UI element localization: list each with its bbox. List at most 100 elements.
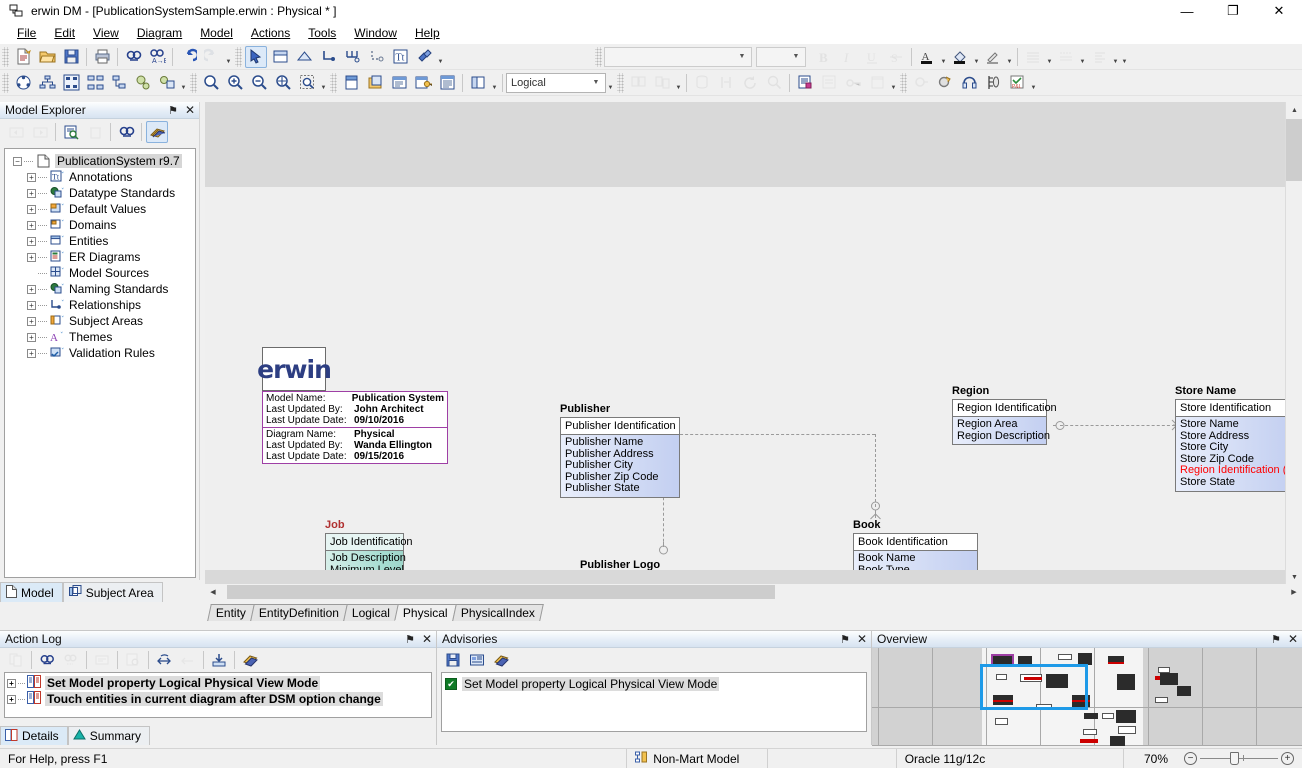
border-dropdown[interactable] — [1078, 46, 1087, 68]
compare-dropdown[interactable] — [674, 72, 683, 94]
report-icon[interactable] — [466, 649, 488, 671]
zoom-slider-thumb[interactable] — [1230, 752, 1239, 765]
advisories-list[interactable]: ✔ Set Model property Logical Physical Vi… — [441, 672, 867, 732]
expand-toggle[interactable]: + — [27, 205, 36, 214]
sub-layout-icon[interactable] — [156, 72, 178, 94]
sidebar-item-domains[interactable]: + Domains — [7, 217, 193, 233]
expand-toggle[interactable]: + — [27, 173, 36, 182]
tab-summary[interactable]: Summary — [68, 726, 150, 745]
model-info-card[interactable]: erwin Model Name:Publication System Last… — [262, 347, 448, 464]
expand-toggle[interactable]: + — [27, 349, 36, 358]
zoom-slider[interactable]: − + — [1176, 749, 1302, 768]
sidebar-item-validation-rules[interactable]: + Validation Rules — [7, 345, 193, 361]
display-options-dropdown[interactable] — [490, 72, 499, 94]
view-icon[interactable] — [293, 46, 315, 68]
symmetric-layout-icon[interactable] — [60, 72, 82, 94]
expand-toggle[interactable]: + — [27, 333, 36, 342]
tab-model[interactable]: Model — [0, 582, 63, 602]
toolbar-overflow-button[interactable] — [889, 72, 898, 94]
close-icon[interactable]: ✕ — [857, 632, 867, 646]
menu-actions[interactable]: Actions — [242, 24, 299, 42]
menu-edit[interactable]: Edit — [45, 24, 84, 42]
bulk-editor-icon[interactable] — [934, 72, 956, 94]
expand-toggle[interactable]: + — [27, 189, 36, 198]
entity-publisher[interactable]: Publisher Publisher Identification Publi… — [560, 403, 680, 498]
help-book-icon[interactable] — [239, 649, 261, 671]
toolbar-grip[interactable] — [235, 47, 242, 67]
entity-icon[interactable] — [269, 46, 291, 68]
expand-toggle[interactable]: + — [27, 301, 36, 310]
toolbar-overflow-button[interactable] — [436, 46, 445, 68]
toolbar-grip[interactable] — [330, 73, 337, 93]
properties-icon[interactable] — [60, 121, 82, 143]
attribute-level-icon[interactable] — [388, 72, 410, 94]
list-item[interactable]: + Set Model property Logical Physical Vi… — [7, 675, 429, 691]
overview-thumbnail[interactable] — [872, 648, 1302, 746]
view-mode-combo[interactable]: Logical ▼ — [506, 73, 606, 93]
help-book-icon[interactable] — [490, 649, 512, 671]
expand-toggle[interactable]: + — [7, 679, 16, 688]
menu-tools[interactable]: Tools — [299, 24, 345, 42]
pin-icon[interactable]: ⚑ — [840, 633, 850, 646]
menu-file[interactable]: File — [8, 24, 45, 42]
scroll-up-button[interactable]: ▲ — [1286, 102, 1302, 119]
entity-book[interactable]: Book Book Identification Book Name Book … — [853, 519, 978, 570]
collapse-toggle[interactable]: − — [13, 157, 22, 166]
sidebar-item-naming-standards[interactable]: + Naming Standards — [7, 281, 193, 297]
settings-layout-icon[interactable] — [132, 72, 154, 94]
minimize-button[interactable]: — — [1164, 0, 1210, 22]
list-item[interactable]: ✔ Set Model property Logical Physical Vi… — [445, 676, 863, 692]
link-icon[interactable] — [413, 46, 435, 68]
toolbar-grip[interactable] — [2, 73, 9, 93]
menu-diagram[interactable]: Diagram — [128, 24, 191, 42]
menu-view[interactable]: View — [84, 24, 128, 42]
sidebar-item-relationships[interactable]: + Relationships — [7, 297, 193, 313]
non-identifying-relationship-icon[interactable] — [365, 46, 387, 68]
close-icon[interactable]: ✕ — [1288, 632, 1298, 646]
toolbar-overflow-button[interactable] — [1120, 46, 1129, 68]
open-model-icon[interactable] — [36, 46, 58, 68]
new-model-icon[interactable] — [12, 46, 34, 68]
zoom-in-button[interactable]: + — [1281, 752, 1294, 765]
find-icon[interactable] — [115, 121, 137, 143]
toolbar-overflow-button[interactable] — [179, 72, 188, 94]
tab-entity[interactable]: Entity — [207, 604, 255, 621]
hierarchical-layout-icon[interactable] — [36, 72, 58, 94]
many-to-many-relationship-icon[interactable] — [341, 46, 363, 68]
expand-toggle[interactable]: + — [7, 695, 16, 704]
expand-toggle[interactable]: + — [27, 237, 36, 246]
sidebar-item-entities[interactable]: + Entities — [7, 233, 193, 249]
zoom-region-icon[interactable] — [296, 72, 318, 94]
fill-color-dropdown[interactable] — [972, 46, 981, 68]
diagram-horizontal-scrollbar[interactable]: ◀ ▶ — [205, 584, 1302, 600]
list-item[interactable]: + Touch entities in current diagram afte… — [7, 691, 429, 707]
close-button[interactable]: ✕ — [1256, 0, 1302, 22]
pin-icon[interactable]: ⚑ — [1271, 633, 1281, 646]
align-dropdown[interactable] — [1045, 46, 1054, 68]
find-icon[interactable] — [122, 46, 144, 68]
sidebar-item-default-values[interactable]: + Default Values — [7, 201, 193, 217]
zoom-out-button[interactable]: − — [1184, 752, 1197, 765]
help-book-icon[interactable] — [146, 121, 168, 143]
action-log-list[interactable]: + Set Model property Logical Physical Vi… — [4, 672, 432, 718]
overview-viewport[interactable] — [980, 664, 1088, 710]
menu-window[interactable]: Window — [345, 24, 406, 42]
identifying-relationship-icon[interactable] — [317, 46, 339, 68]
toolbar-overflow-button[interactable] — [606, 72, 615, 94]
tree-node-root[interactable]: − PublicationSystem r9.7 — [7, 153, 193, 169]
tab-physicalindex[interactable]: PhysicalIndex — [452, 604, 544, 621]
print-icon[interactable] — [91, 46, 113, 68]
orthogonal-layout-icon[interactable] — [108, 72, 130, 94]
pin-icon[interactable]: ⚑ — [168, 104, 178, 117]
entity-level-icon[interactable] — [340, 72, 362, 94]
menu-help[interactable]: Help — [406, 24, 449, 42]
save-icon[interactable] — [442, 649, 464, 671]
sidebar-item-themes[interactable]: + A Themes — [7, 329, 193, 345]
close-icon[interactable]: ✕ — [422, 632, 432, 646]
sidebar-item-subject-areas[interactable]: + Subject Areas — [7, 313, 193, 329]
find-replace-icon[interactable]: A→B — [146, 46, 168, 68]
font-style-combo[interactable]: ▼ — [604, 47, 752, 67]
auto-layout-icon[interactable] — [12, 72, 34, 94]
maximize-button[interactable]: ❐ — [1210, 0, 1256, 22]
zoom-fit-icon[interactable] — [272, 72, 294, 94]
